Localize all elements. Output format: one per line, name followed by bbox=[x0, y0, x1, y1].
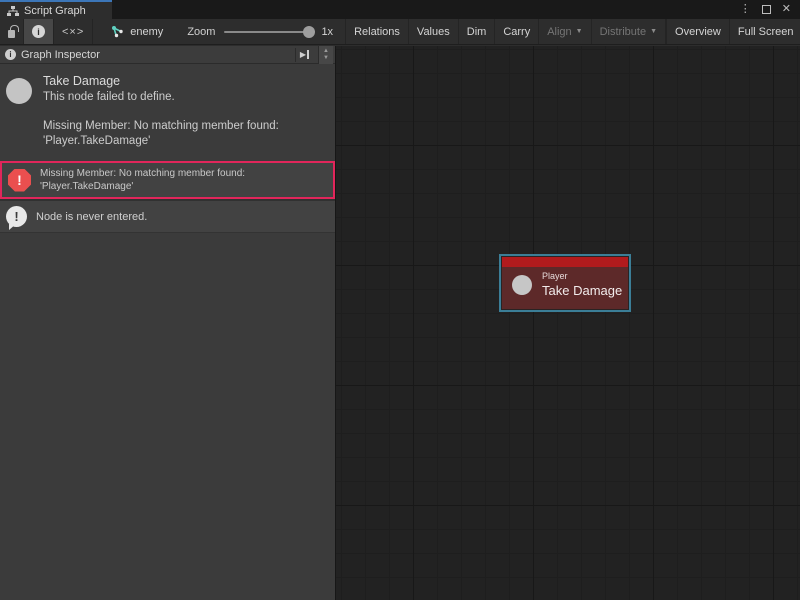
align-dropdown[interactable]: Align ▼ bbox=[539, 19, 591, 44]
graph-inspector-header: i Graph Inspector ▶ ▲ ▼ bbox=[0, 46, 335, 64]
dock-panel-button[interactable]: ▶ bbox=[295, 48, 313, 62]
node-summary-text: Take Damage This node failed to define. … bbox=[43, 74, 279, 149]
fullscreen-label: Full Screen bbox=[738, 26, 794, 38]
chevron-down-icon: ▼ bbox=[650, 28, 657, 35]
tab-script-graph[interactable]: Script Graph bbox=[0, 0, 112, 19]
chevron-down-icon: ▼ bbox=[576, 28, 583, 35]
overview-button[interactable]: Overview bbox=[667, 19, 730, 44]
node-body: Player Take Damage bbox=[501, 267, 629, 304]
maximize-icon[interactable] bbox=[762, 5, 771, 14]
values-button[interactable]: Values bbox=[409, 19, 459, 44]
dim-button[interactable]: Dim bbox=[459, 19, 496, 44]
titlebar-spacer bbox=[112, 0, 740, 19]
node-type-label: Player bbox=[542, 271, 622, 281]
error-detail-line1: Missing Member: No matching member found… bbox=[43, 119, 279, 134]
dock-bar-icon bbox=[307, 50, 309, 59]
window-menu-icon[interactable]: ⋮ bbox=[740, 4, 751, 15]
zoom-slider[interactable] bbox=[224, 31, 312, 33]
dim-label: Dim bbox=[467, 26, 487, 38]
graph-canvas[interactable]: Player Take Damage bbox=[336, 46, 800, 600]
code-view-button[interactable]: <×> bbox=[54, 19, 93, 44]
info-icon: i bbox=[5, 49, 16, 60]
close-icon[interactable]: ✕ bbox=[782, 4, 791, 15]
node-title: Take Damage bbox=[43, 74, 279, 88]
carry-button[interactable]: Carry bbox=[495, 19, 539, 44]
inspector-toggle-button[interactable]: i bbox=[24, 19, 54, 44]
relations-button[interactable]: Relations bbox=[346, 19, 409, 44]
main-area: i Graph Inspector ▶ ▲ ▼ Take Damage This… bbox=[0, 46, 800, 600]
graph-toolbar: i <×> enemy Zoom 1x Relations Values bbox=[0, 19, 800, 45]
zoom-value: 1x bbox=[321, 26, 333, 38]
distribute-label: Distribute bbox=[600, 26, 646, 38]
panel-spinner[interactable]: ▲ ▼ bbox=[318, 46, 333, 64]
lock-icon bbox=[8, 30, 15, 38]
graph-name-label: enemy bbox=[130, 26, 163, 38]
relations-label: Relations bbox=[354, 26, 400, 38]
tab-label: Script Graph bbox=[24, 5, 86, 17]
code-icon: <×> bbox=[62, 26, 84, 38]
align-label: Align bbox=[547, 26, 571, 38]
distribute-dropdown[interactable]: Distribute ▼ bbox=[592, 19, 666, 44]
graph-inspector-title: Graph Inspector bbox=[21, 49, 290, 61]
info-icon: i bbox=[32, 25, 45, 38]
node-icon bbox=[512, 275, 532, 295]
graph-icon bbox=[111, 25, 124, 38]
take-damage-node[interactable]: Player Take Damage bbox=[499, 254, 631, 312]
warning-icon: ! bbox=[6, 206, 27, 227]
zoom-label: Zoom bbox=[187, 26, 215, 38]
spin-down-icon: ▼ bbox=[323, 55, 329, 61]
script-graph-icon bbox=[7, 6, 19, 16]
warning-text: Node is never entered. bbox=[36, 211, 147, 223]
node-summary: Take Damage This node failed to define. … bbox=[0, 64, 335, 161]
node-status: This node failed to define. bbox=[43, 91, 279, 103]
node-title-label: Take Damage bbox=[542, 283, 622, 298]
spin-up-icon: ▲ bbox=[323, 48, 329, 54]
error-detail-line2: 'Player.TakeDamage' bbox=[43, 134, 279, 149]
warning-message-row[interactable]: ! Node is never entered. bbox=[0, 199, 335, 232]
node-error-detail: Missing Member: No matching member found… bbox=[43, 119, 279, 149]
values-label: Values bbox=[417, 26, 450, 38]
node-labels: Player Take Damage bbox=[542, 271, 622, 298]
zoom-control: Zoom 1x bbox=[177, 19, 346, 44]
node-error-header bbox=[502, 257, 628, 267]
zoom-slider-handle[interactable] bbox=[303, 26, 315, 38]
fullscreen-button[interactable]: Full Screen bbox=[730, 19, 800, 44]
graph-breadcrumb-enemy[interactable]: enemy bbox=[93, 19, 177, 44]
lock-button[interactable] bbox=[0, 19, 24, 44]
error-message-row[interactable]: ! Missing Member: No matching member fou… bbox=[0, 161, 335, 199]
error-icon: ! bbox=[8, 169, 31, 192]
graph-inspector-panel: i Graph Inspector ▶ ▲ ▼ Take Damage This… bbox=[0, 46, 336, 600]
titlebar: Script Graph ⋮ ✕ bbox=[0, 0, 800, 19]
carry-label: Carry bbox=[503, 26, 530, 38]
error-row-line2: 'Player.TakeDamage' bbox=[40, 180, 245, 193]
inspector-empty-area bbox=[0, 232, 335, 600]
window-controls: ⋮ ✕ bbox=[740, 0, 800, 19]
dock-icon: ▶ bbox=[300, 51, 306, 59]
overview-label: Overview bbox=[675, 26, 721, 38]
node-thumbnail-icon bbox=[6, 78, 32, 104]
script-graph-window: Script Graph ⋮ ✕ i <×> enemy bbox=[0, 0, 800, 600]
error-row-text: Missing Member: No matching member found… bbox=[40, 167, 245, 193]
error-row-line1: Missing Member: No matching member found… bbox=[40, 167, 245, 180]
